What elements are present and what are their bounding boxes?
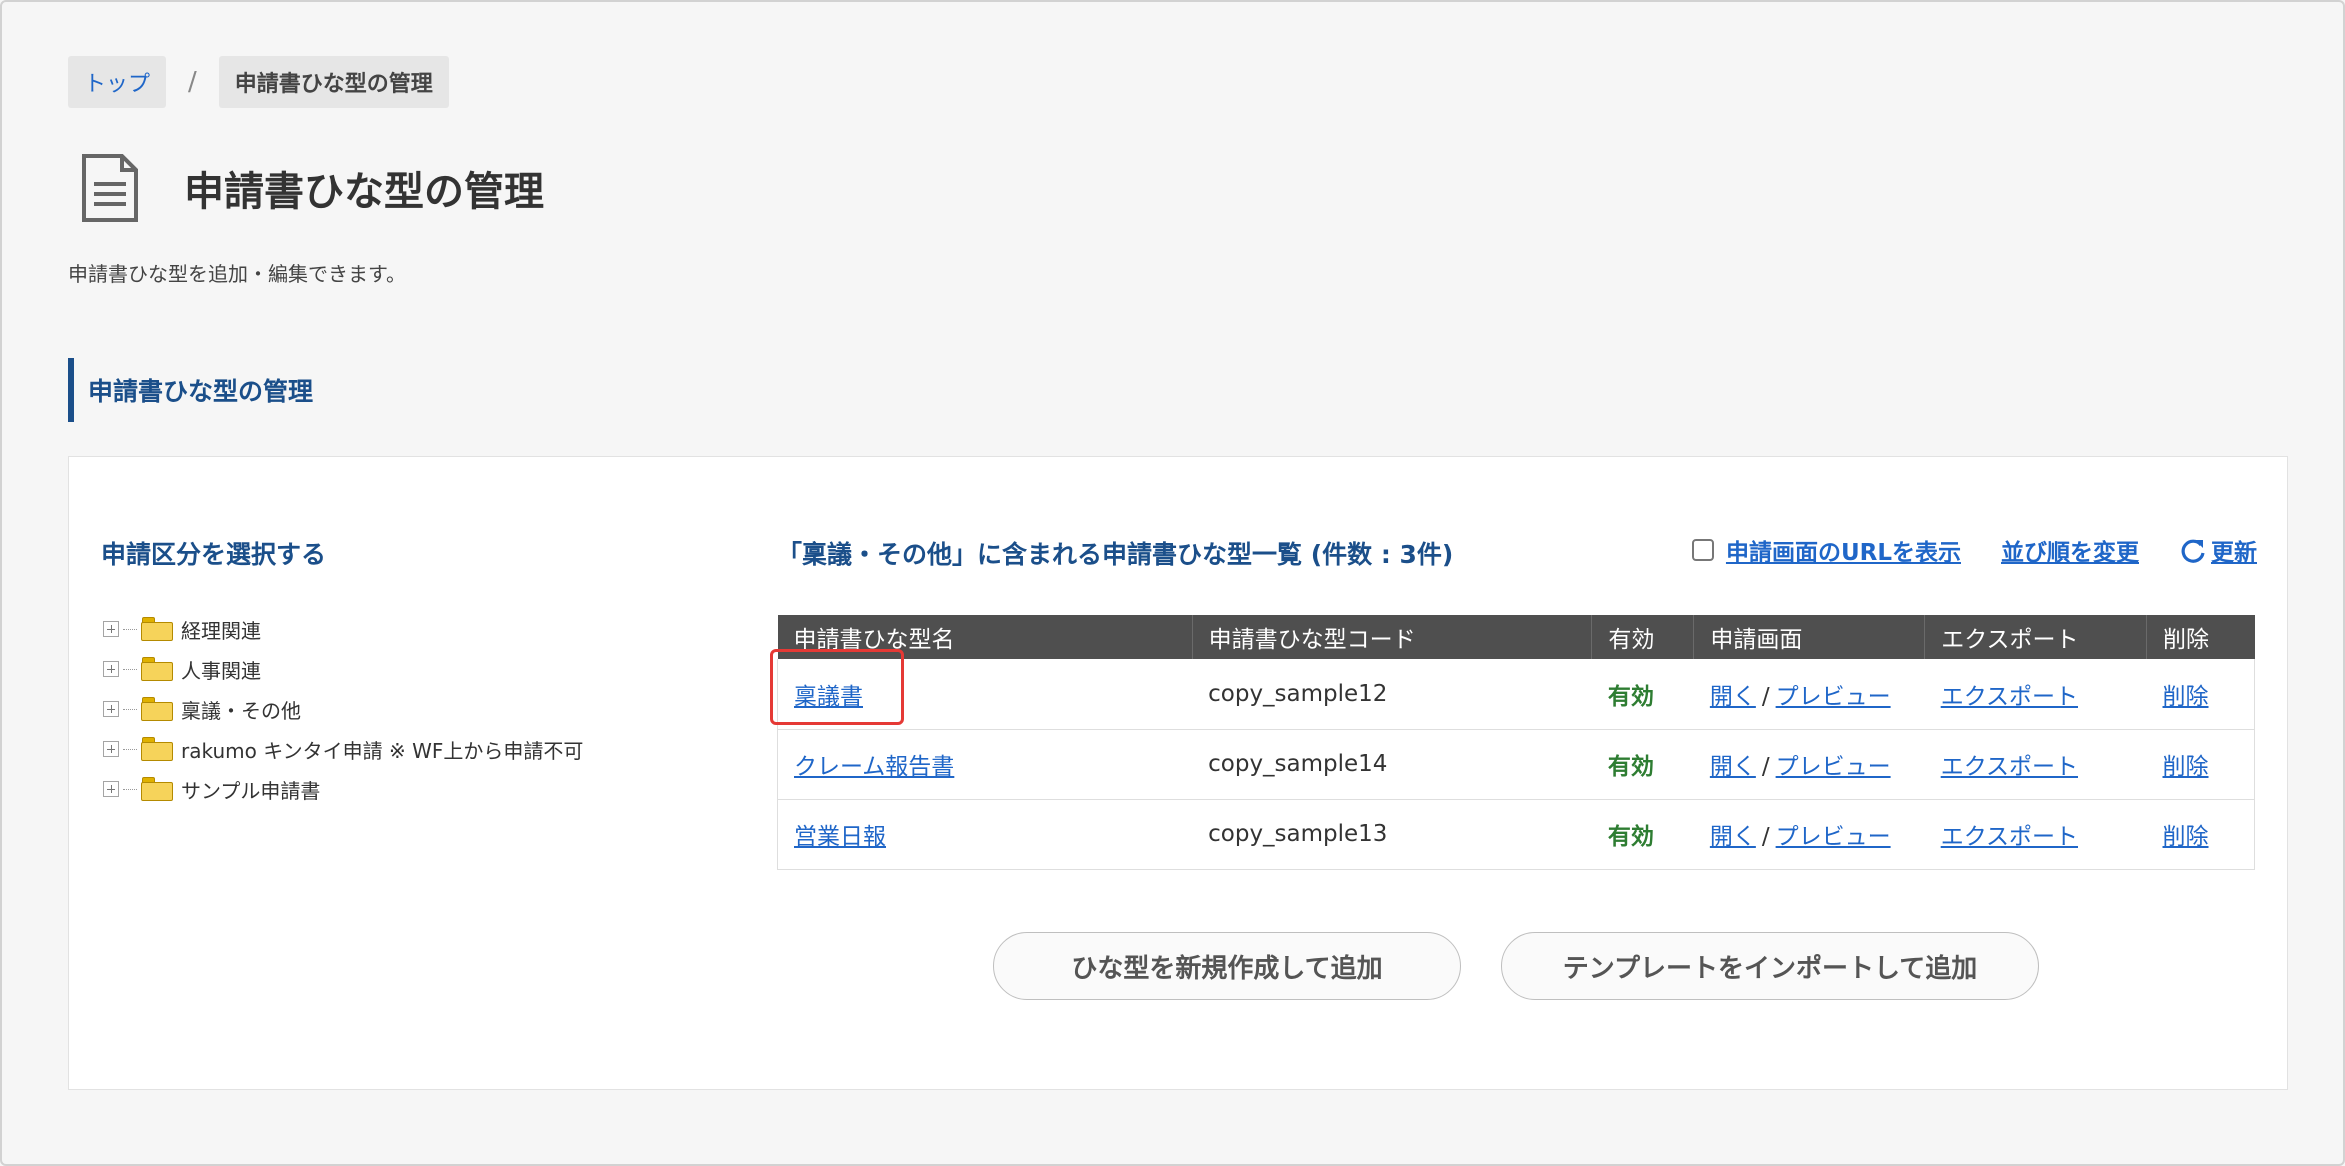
tree-item-label: 稟議・その他 xyxy=(181,698,301,723)
expand-plus-icon[interactable] xyxy=(103,741,119,757)
template-panel: 申請区分を選択する 経理関連 人事関連 稟議・その他 rakumo キンタイ申請… xyxy=(68,456,2288,1090)
tree-item[interactable]: 人事関連 xyxy=(103,649,583,689)
page-description: 申請書ひな型を追加・編集できます。 xyxy=(68,262,406,286)
table-row: 稟議書 copy_sample12 有効 開く / プレビュー エクスポート 削除 xyxy=(770,648,2255,730)
tree-connector xyxy=(123,668,137,670)
delete-link[interactable]: 削除 xyxy=(2163,684,2209,710)
show-url-checkbox[interactable] xyxy=(1691,539,1714,561)
category-tree: 経理関連 人事関連 稟議・その他 rakumo キンタイ申請 ※ WF上から申請… xyxy=(103,609,583,809)
cell-form: 開く / プレビュー xyxy=(1693,659,1925,730)
folder-icon xyxy=(141,657,173,681)
cell-form: 開く / プレビュー xyxy=(1693,729,1925,800)
column-header-form: 申請画面 xyxy=(1693,615,1926,659)
page-title: 申請書ひな型の管理 xyxy=(184,169,544,215)
folder-icon xyxy=(141,697,173,721)
cell-code: copy_sample13 xyxy=(1192,799,1592,870)
tree-item[interactable]: サンプル申請書 xyxy=(103,769,583,809)
link-separator: / xyxy=(1761,754,1770,780)
preview-link[interactable]: プレビュー xyxy=(1776,684,1891,710)
tree-item-label: 人事関連 xyxy=(181,658,261,683)
cell-export: エクスポート xyxy=(1924,799,2147,870)
tree-connector xyxy=(123,708,137,710)
tree-connector xyxy=(123,788,137,790)
cell-delete: 削除 xyxy=(2146,659,2255,730)
template-table: 申請書ひな型名 申請書ひな型コード 有効 申請画面 エクスポート 削除 稟議書 … xyxy=(770,615,2255,870)
cell-valid: 有効 xyxy=(1591,799,1694,870)
expand-plus-icon[interactable] xyxy=(103,661,119,677)
cell-name: 営業日報 xyxy=(777,799,1193,870)
highlight-box: 稟議書 xyxy=(770,648,904,725)
status-valid: 有効 xyxy=(1607,683,1654,710)
open-link[interactable]: 開く xyxy=(1710,824,1756,850)
breadcrumb-current: 申請書ひな型の管理 xyxy=(218,56,449,108)
column-header-delete: 削除 xyxy=(2146,615,2255,659)
cell-delete: 削除 xyxy=(2146,729,2255,800)
table-header-row: 申請書ひな型名 申請書ひな型コード 有効 申請画面 エクスポート 削除 xyxy=(777,615,2255,659)
export-link[interactable]: エクスポート xyxy=(1941,754,2078,780)
reorder-link[interactable]: 並び順を変更 xyxy=(2001,533,2139,567)
tree-item[interactable]: rakumo キンタイ申請 ※ WF上から申請不可 xyxy=(103,729,583,769)
link-separator: / xyxy=(1761,683,1770,710)
refresh-icon[interactable] xyxy=(2179,536,2207,564)
cell-export: エクスポート xyxy=(1924,659,2147,730)
tree-item-label: rakumo キンタイ申請 ※ WF上から申請不可 xyxy=(181,738,584,763)
open-link[interactable]: 開く xyxy=(1710,684,1756,710)
tree-item-label: サンプル申請書 xyxy=(181,778,321,803)
import-template-button[interactable]: テンプレートをインポートして追加 xyxy=(1501,932,2039,1000)
breadcrumb: トップ / 申請書ひな型の管理 xyxy=(68,56,449,108)
status-valid: 有効 xyxy=(1607,824,1654,850)
add-new-template-button[interactable]: ひな型を新規作成して追加 xyxy=(993,932,1461,1000)
tree-connector xyxy=(123,628,137,630)
breadcrumb-separator: / xyxy=(188,67,197,97)
cell-name: 稟議書 xyxy=(770,648,1193,730)
list-toolbar: 申請画面のURLを表示 並び順を変更 更新 xyxy=(1691,533,2257,567)
folder-icon xyxy=(141,617,173,641)
cell-form: 開く / プレビュー xyxy=(1693,799,1925,870)
expand-plus-icon[interactable] xyxy=(103,621,119,637)
page-header: 申請書ひな型の管理 xyxy=(80,154,544,222)
folder-icon xyxy=(141,777,173,801)
tree-connector xyxy=(123,748,137,750)
section-heading: 申請書ひな型の管理 xyxy=(68,358,668,422)
document-icon xyxy=(82,154,138,222)
table-row: クレーム報告書 copy_sample14 有効 開く / プレビュー エクスポート… xyxy=(777,729,2255,800)
export-link[interactable]: エクスポート xyxy=(1941,824,2078,850)
list-title: 「稟議・その他」に含まれる申請書ひな型一覧 (件数 : 3件) xyxy=(777,540,1454,569)
column-header-code: 申請書ひな型コード xyxy=(1192,615,1593,659)
cell-valid: 有効 xyxy=(1591,659,1694,730)
export-link[interactable]: エクスポート xyxy=(1941,684,2078,710)
preview-link[interactable]: プレビュー xyxy=(1776,824,1891,850)
preview-link[interactable]: プレビュー xyxy=(1776,754,1891,780)
cell-valid: 有効 xyxy=(1591,729,1694,800)
cell-export: エクスポート xyxy=(1924,729,2147,800)
refresh-link[interactable]: 更新 xyxy=(2211,533,2257,567)
open-link[interactable]: 開く xyxy=(1710,754,1756,780)
template-name-link[interactable]: 営業日報 xyxy=(794,824,886,850)
cell-delete: 削除 xyxy=(2146,799,2255,870)
table-row: 営業日報 copy_sample13 有効 開く / プレビュー エクスポート 削除 xyxy=(777,799,2255,870)
column-header-valid: 有効 xyxy=(1591,615,1695,659)
window-frame: トップ / 申請書ひな型の管理 申請書ひな型の管理 申請書ひな型を追加・編集でき… xyxy=(0,0,2345,1166)
status-valid: 有効 xyxy=(1607,754,1654,780)
template-name-link[interactable]: クレーム報告書 xyxy=(794,754,954,780)
column-header-export: エクスポート xyxy=(1924,615,2148,659)
tree-item-label: 経理関連 xyxy=(181,618,261,643)
tree-item[interactable]: 経理関連 xyxy=(103,609,583,649)
expand-plus-icon[interactable] xyxy=(103,781,119,797)
template-name-link[interactable]: 稟議書 xyxy=(794,684,863,710)
expand-plus-icon[interactable] xyxy=(103,701,119,717)
cell-name: クレーム報告書 xyxy=(777,729,1193,800)
cell-code: copy_sample12 xyxy=(1192,659,1592,730)
breadcrumb-home-link[interactable]: トップ xyxy=(68,56,167,108)
delete-link[interactable]: 削除 xyxy=(2163,824,2209,850)
show-url-link[interactable]: 申請画面のURLを表示 xyxy=(1726,533,1961,567)
link-separator: / xyxy=(1761,824,1770,850)
cell-code: copy_sample14 xyxy=(1192,729,1592,800)
delete-link[interactable]: 削除 xyxy=(2163,754,2209,780)
folder-icon xyxy=(141,737,173,761)
tree-item[interactable]: 稟議・その他 xyxy=(103,689,583,729)
tree-title: 申請区分を選択する xyxy=(101,540,327,569)
